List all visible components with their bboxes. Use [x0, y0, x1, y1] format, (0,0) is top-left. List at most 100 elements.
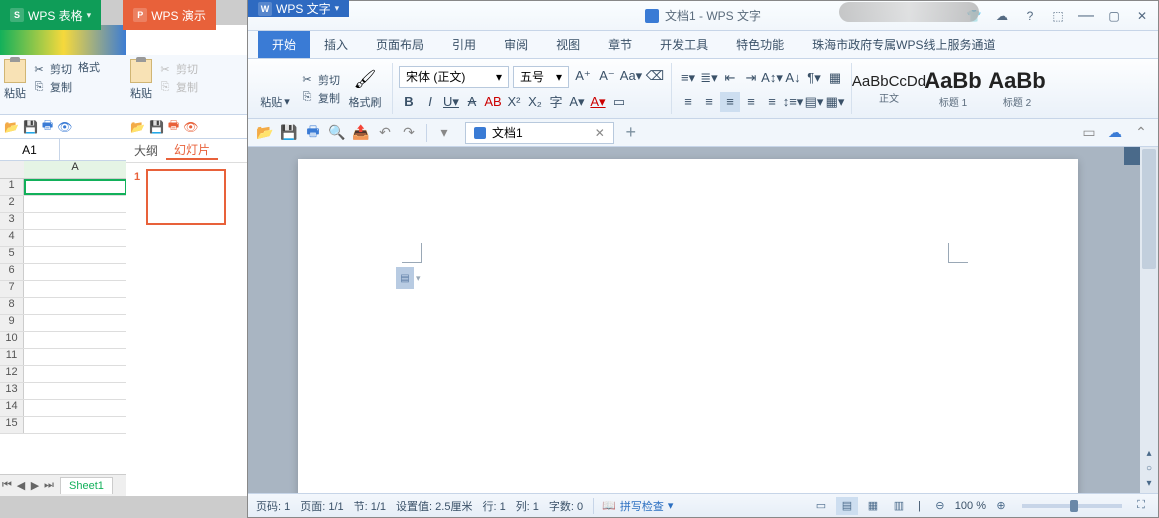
- fullscreen-button[interactable]: ⛶: [1132, 497, 1150, 515]
- undo-button[interactable]: ↶: [374, 122, 396, 144]
- chevron-down-icon[interactable]: ▾: [416, 273, 421, 284]
- superscript-button[interactable]: X²: [504, 92, 524, 112]
- paste-button[interactable]: 粘贴: [4, 59, 26, 101]
- print-layout-button[interactable]: ▤: [836, 497, 858, 515]
- next-page-icon[interactable]: ▾: [1146, 478, 1151, 489]
- borders-button[interactable]: ▦▾: [825, 92, 845, 112]
- menu-chapter[interactable]: 章节: [594, 31, 646, 58]
- prev-page-icon[interactable]: ▴: [1146, 448, 1151, 459]
- print-preview-button[interactable]: 🔍: [326, 122, 348, 144]
- app-tab-spreadsheet[interactable]: S WPS 表格 ▾: [0, 0, 101, 30]
- document-area[interactable]: ▤ ▾ ▴ ○ ▾: [248, 147, 1158, 493]
- menu-insert[interactable]: 插入: [310, 31, 362, 58]
- cell-a1[interactable]: [24, 179, 127, 195]
- menu-start[interactable]: 开始: [258, 31, 310, 58]
- status-column[interactable]: 列: 1: [516, 498, 539, 514]
- save-icon[interactable]: 💾: [23, 120, 38, 134]
- side-pane-tab[interactable]: [1124, 147, 1140, 165]
- shrink-font-button[interactable]: A⁻: [597, 66, 617, 86]
- preview-icon[interactable]: 👁: [57, 120, 72, 134]
- web-layout-button[interactable]: ▦: [862, 497, 884, 515]
- format-painter-button[interactable]: 🖌 格式刷: [344, 63, 386, 115]
- zoom-slider[interactable]: [1022, 504, 1122, 508]
- preview-icon[interactable]: 👁: [183, 120, 198, 134]
- status-line[interactable]: 行: 1: [482, 498, 505, 514]
- bullet-list-button[interactable]: ≡▾: [678, 68, 698, 88]
- style-heading-1[interactable]: AaBb 标题 1: [922, 63, 984, 115]
- document-tab[interactable]: 文档1 ✕: [465, 122, 614, 144]
- number-list-button[interactable]: ≣▾: [699, 68, 719, 88]
- browse-object-icon[interactable]: ○: [1146, 463, 1152, 474]
- clear-format-button[interactable]: ⌫: [645, 66, 665, 86]
- view-mode-icon[interactable]: ▭: [1078, 122, 1100, 144]
- menu-review[interactable]: 审阅: [490, 31, 542, 58]
- cut-button[interactable]: ✂剪切: [30, 61, 74, 77]
- menu-gov-service[interactable]: 珠海市政府专属WPS线上服务通道: [798, 31, 1009, 58]
- cut-button[interactable]: ✂剪切: [298, 72, 342, 88]
- align-justify-button[interactable]: ≡: [720, 92, 740, 112]
- grow-font-button[interactable]: A⁺: [573, 66, 593, 86]
- outline-tab[interactable]: 大纲: [126, 142, 166, 159]
- menu-developer[interactable]: 开发工具: [646, 31, 722, 58]
- highlight-button[interactable]: A▾: [567, 92, 587, 112]
- navigation-pane-icon[interactable]: ▤: [396, 267, 414, 289]
- char-border-button[interactable]: ▭: [609, 92, 629, 112]
- change-case-button[interactable]: Aa▾: [621, 66, 641, 86]
- sheet-nav-next[interactable]: ▶: [28, 479, 42, 492]
- line-spacing-button[interactable]: ↕≡▾: [783, 92, 803, 112]
- customize-qat-button[interactable]: ▾: [433, 122, 455, 144]
- sheet-grid[interactable]: 1 2 3 4 5 6 7 8 9 10 11 12 13 14 15: [0, 179, 127, 434]
- open-button[interactable]: 📂: [254, 122, 276, 144]
- paste-button[interactable]: 粘贴 ▾: [254, 63, 296, 115]
- menu-view[interactable]: 视图: [542, 31, 594, 58]
- scrollbar-thumb[interactable]: [1142, 149, 1156, 269]
- copy-button[interactable]: ⎘复制: [30, 79, 74, 95]
- column-header-a[interactable]: A: [24, 161, 127, 178]
- vertical-scrollbar[interactable]: ▴ ○ ▾: [1140, 147, 1158, 493]
- show-marks-button[interactable]: ¶▾: [804, 68, 824, 88]
- print-button[interactable]: 🖶: [302, 122, 324, 144]
- copy-button[interactable]: ⎘复制: [156, 79, 200, 95]
- align-center-button[interactable]: ≡: [699, 92, 719, 112]
- subscript-button[interactable]: X₂: [525, 92, 545, 112]
- bold-button[interactable]: B: [399, 92, 419, 112]
- sheet-nav-last[interactable]: ⏭: [42, 479, 56, 492]
- status-position[interactable]: 设置值: 2.5厘米: [396, 498, 472, 514]
- status-pages[interactable]: 页面: 1/1: [300, 498, 343, 514]
- format-button[interactable]: 格式: [78, 59, 100, 75]
- menu-page-layout[interactable]: 页面布局: [362, 31, 438, 58]
- paste-button[interactable]: 粘贴: [130, 59, 152, 101]
- save-icon[interactable]: 💾: [149, 120, 164, 134]
- cut-button[interactable]: ✂剪切: [156, 61, 200, 77]
- spell-check-button[interactable]: 📖拼写检查 ▾: [593, 498, 673, 514]
- collapse-icon[interactable]: ⌃: [1130, 122, 1152, 144]
- sheet-nav-prev[interactable]: ◀: [14, 479, 28, 492]
- zoom-level[interactable]: 100 %: [955, 500, 986, 512]
- cell-reference[interactable]: A1: [0, 139, 60, 160]
- font-size-select[interactable]: 五号▾: [513, 66, 569, 88]
- slide-thumbnail-1[interactable]: 1: [146, 169, 226, 225]
- text-scale-button[interactable]: A↕▾: [762, 68, 782, 88]
- sheet-tab[interactable]: Sheet1: [60, 477, 113, 494]
- read-view-button[interactable]: ▭: [810, 497, 832, 515]
- align-left-button[interactable]: ≡: [678, 92, 698, 112]
- print-icon[interactable]: 🖶: [42, 116, 53, 137]
- align-right-button[interactable]: ≡: [741, 92, 761, 112]
- font-family-select[interactable]: 宋体 (正文)▾: [399, 66, 509, 88]
- font-color-button[interactable]: A▾: [588, 92, 608, 112]
- export-button[interactable]: 📤: [350, 122, 372, 144]
- style-heading-2[interactable]: AaBb 标题 2: [986, 63, 1048, 115]
- redo-button[interactable]: ↷: [398, 122, 420, 144]
- border-button[interactable]: ▦: [825, 68, 845, 88]
- phonetic-button[interactable]: 字: [546, 92, 566, 112]
- menu-references[interactable]: 引用: [438, 31, 490, 58]
- emphasis-button[interactable]: AB: [483, 92, 503, 112]
- cloud-icon[interactable]: ☁: [1104, 122, 1126, 144]
- status-chars[interactable]: 字数: 0: [549, 498, 583, 514]
- increase-indent-button[interactable]: ⇥: [741, 68, 761, 88]
- zoom-out-button[interactable]: ⊖: [929, 497, 951, 515]
- style-normal[interactable]: AaBbCcDd 正文: [858, 63, 920, 115]
- print-icon[interactable]: 🖶: [168, 116, 179, 137]
- italic-button[interactable]: I: [420, 92, 440, 112]
- underline-button[interactable]: U▾: [441, 92, 461, 112]
